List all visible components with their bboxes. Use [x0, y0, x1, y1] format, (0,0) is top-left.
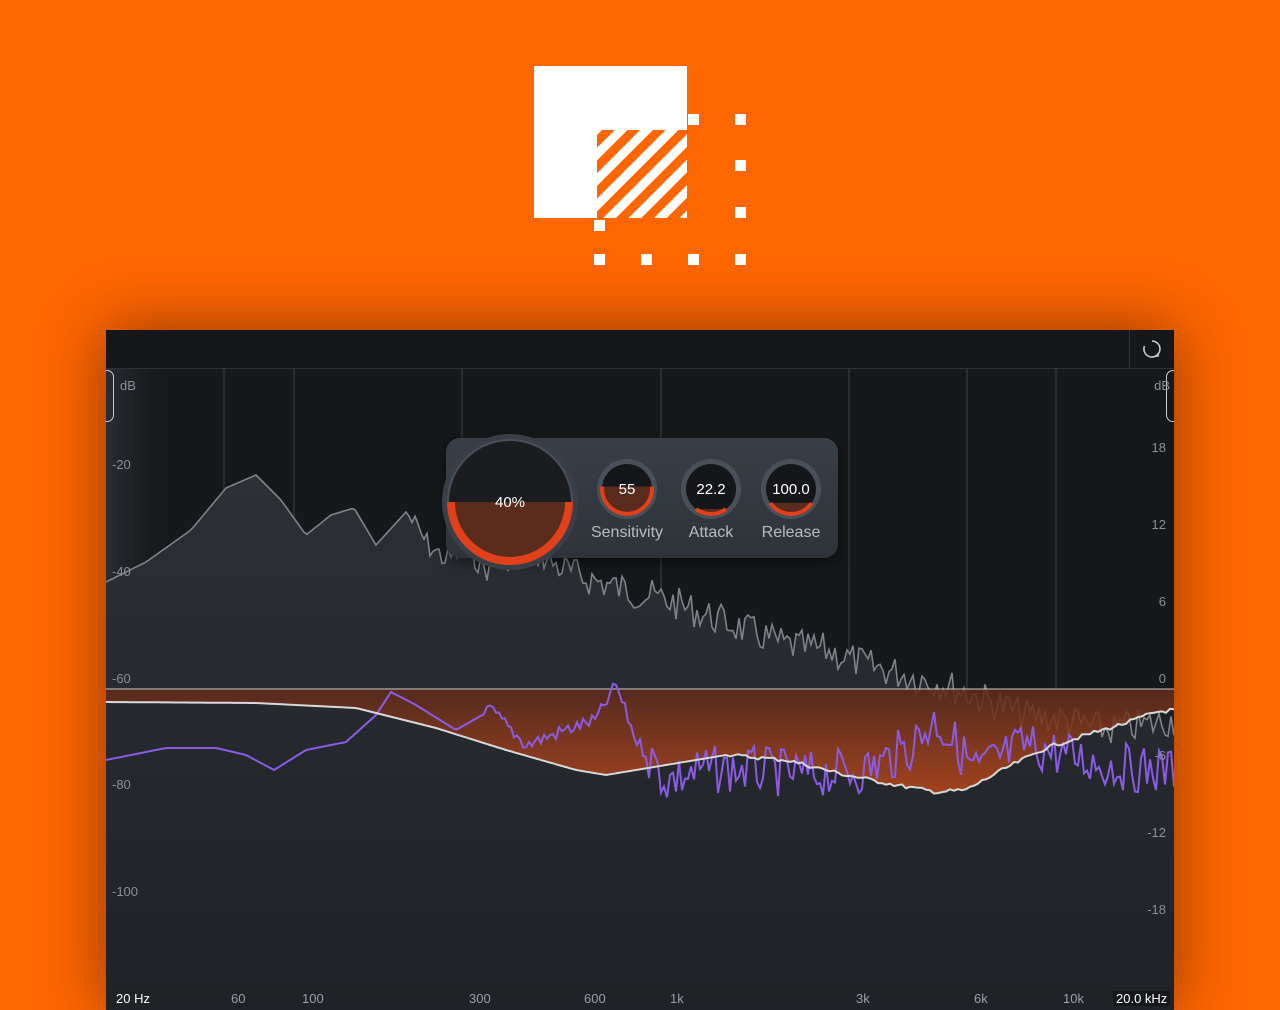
right-tick-label: 12 — [1151, 517, 1166, 532]
release-value: 100.0 — [772, 481, 810, 498]
amount-value: 40% — [494, 494, 526, 511]
spectrum-graph[interactable] — [106, 330, 1174, 1010]
frequency-tick-label: 20.0 kHz — [1113, 991, 1171, 1006]
frequency-tick-label: 6k — [974, 991, 988, 1006]
top-toolbar — [106, 330, 1174, 369]
right-tick-label: -6 — [1154, 748, 1166, 763]
frequency-tick-label: 600 — [584, 991, 606, 1006]
right-axis-unit: dB — [1154, 378, 1170, 393]
frequency-tick-label: 60 — [231, 991, 246, 1006]
frequency-tick-label: 300 — [469, 991, 491, 1006]
right-tick-label: 0 — [1158, 671, 1166, 686]
left-tick-label: -40 — [112, 564, 131, 579]
frequency-tick-label: 20 Hz — [116, 991, 150, 1006]
left-axis-unit: dB — [120, 378, 136, 393]
refresh-button[interactable] — [1129, 330, 1174, 368]
left-tick-label: -80 — [112, 777, 131, 792]
left-tick-label: -100 — [112, 884, 139, 899]
right-tick-label: -18 — [1147, 902, 1166, 917]
frequency-tick-label: 10k — [1063, 991, 1084, 1006]
right-tick-label: 6 — [1158, 594, 1166, 609]
refresh-icon — [1143, 340, 1161, 358]
sensitivity-value: 55 — [618, 481, 636, 498]
attack-value: 22.2 — [696, 481, 726, 498]
left-tick-label: -20 — [112, 457, 131, 472]
frequency-tick-label: 100 — [302, 991, 324, 1006]
plugin-window: dB dB -20 -40 -60 -80 -100 18 12 6 0 -6 -12 -18 20… — [106, 330, 1174, 1010]
frequency-tick-label: 3k — [856, 991, 870, 1006]
product-logo-icon — [534, 66, 746, 265]
right-tick-label: -12 — [1147, 825, 1166, 840]
frequency-tick-label: 1k — [670, 991, 684, 1006]
left-tick-label: -60 — [112, 671, 131, 686]
right-tick-label: 18 — [1151, 440, 1166, 455]
left-range-handle[interactable] — [106, 370, 114, 422]
release-label: Release — [761, 524, 821, 541]
